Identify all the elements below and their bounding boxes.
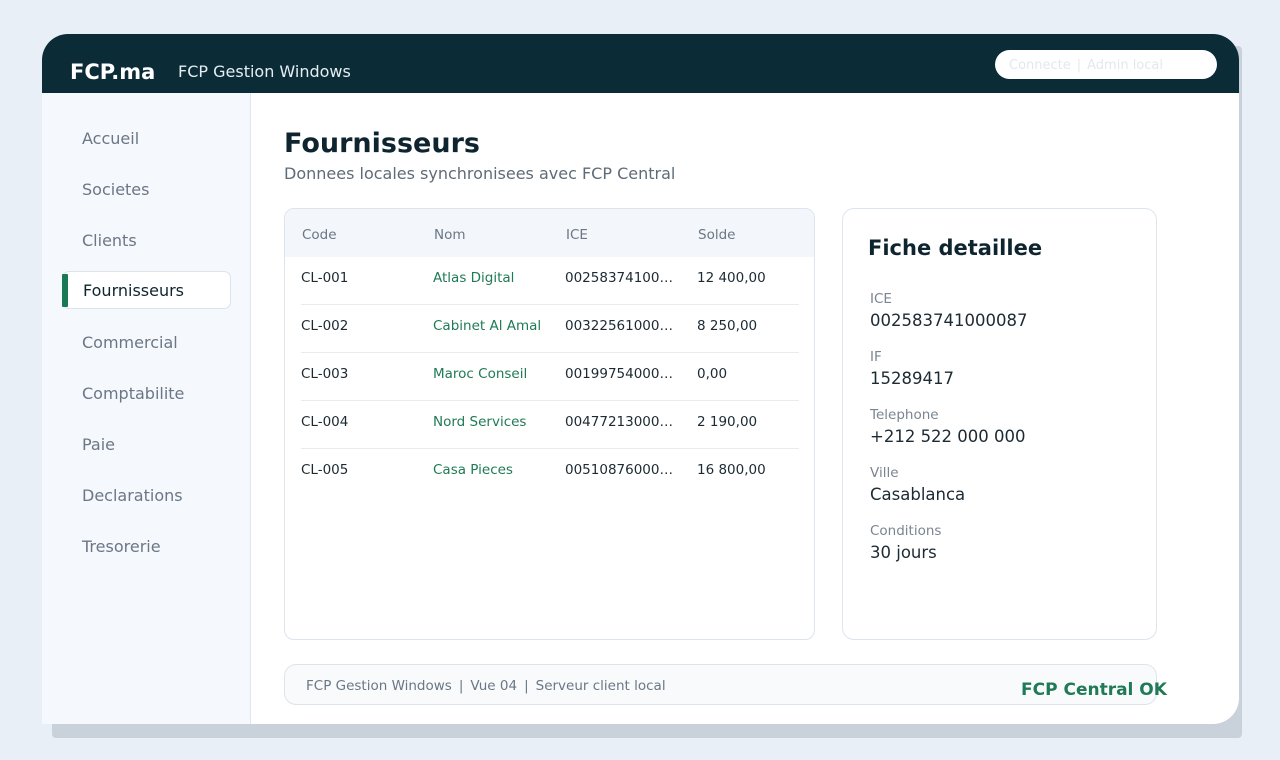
brand-logo: FCP.ma [70, 60, 156, 84]
cell-nom-link[interactable]: Maroc Conseil [433, 366, 543, 382]
status-app-name: FCP Gestion Windows [306, 678, 452, 694]
field-value-if: 15289417 [870, 369, 954, 388]
connection-status: Connecte [1009, 58, 1071, 73]
user-role: Admin local [1087, 58, 1163, 73]
cell-code: CL-003 [301, 366, 349, 382]
sidebar-item-declarations[interactable]: Declarations [62, 477, 231, 515]
field-value-conditions: 30 jours [870, 543, 937, 562]
table-header: Code Nom ICE Solde [285, 209, 814, 257]
connection-status-pill: Connecte | Admin local [995, 50, 1217, 79]
cell-nom-link[interactable]: Casa Pieces [433, 462, 543, 478]
sidebar-item-clients[interactable]: Clients [62, 222, 231, 260]
field-label-if: IF [870, 349, 882, 365]
cell-nom-link[interactable]: Atlas Digital [433, 270, 543, 286]
cell-ice: 004772130000... [565, 414, 675, 430]
status-server: Serveur client local [535, 678, 666, 694]
cell-code: CL-004 [301, 414, 349, 430]
cell-ice: 002583741000087 [565, 270, 675, 286]
cell-ice: 005108760000... [565, 462, 675, 478]
field-label-ice: ICE [870, 291, 892, 307]
sidebar-item-societes[interactable]: Societes [62, 171, 231, 209]
table-row[interactable]: CL-005 Casa Pieces 005108760000... 16 80… [301, 449, 799, 497]
status-separator: | [458, 678, 464, 694]
app-window: FCP.ma FCP Gestion Windows Connecte | Admi… [42, 34, 1239, 724]
table-row[interactable]: CL-002 Cabinet Al Amal 003225610000... 8… [301, 305, 799, 353]
field-value-ice: 002583741000087 [870, 311, 1028, 330]
sidebar-item-commercial[interactable]: Commercial [62, 324, 231, 362]
cell-nom-link[interactable]: Cabinet Al Amal [433, 318, 543, 334]
cell-nom-link[interactable]: Nord Services [433, 414, 543, 430]
field-value-telephone: +212 522 000 000 [870, 427, 1026, 446]
column-header-nom[interactable]: Nom [434, 227, 466, 243]
cell-code: CL-005 [301, 462, 349, 478]
table-row[interactable]: CL-004 Nord Services 004772130000... 2 1… [301, 401, 799, 449]
field-label-telephone: Telephone [870, 407, 939, 423]
title-bar: FCP.ma FCP Gestion Windows Connecte | Admi… [42, 34, 1239, 93]
suppliers-table: Code Nom ICE Solde CL-001 Atlas Digital … [284, 208, 815, 640]
column-header-solde[interactable]: Solde [698, 227, 735, 243]
cell-solde: 8 250,00 [697, 318, 758, 334]
sidebar-item-fournisseurs[interactable]: Fournisseurs [62, 271, 231, 309]
page-subtitle: Donnees locales synchronisees avec FCP C… [284, 164, 676, 183]
table-row[interactable]: CL-003 Maroc Conseil 001997540000... 0,0… [301, 353, 799, 401]
cell-code: CL-002 [301, 318, 349, 334]
cell-solde: 12 400,00 [697, 270, 766, 286]
field-label-conditions: Conditions [870, 523, 942, 539]
cell-ice: 003225610000... [565, 318, 675, 334]
cell-ice: 001997540000... [565, 366, 675, 382]
status-separator: | [1076, 58, 1082, 73]
status-bar: FCP Gestion Windows | Vue 04 | Serveur clien… [284, 664, 1167, 705]
status-bar-info: FCP Gestion Windows | Vue 04 | Serveur clien… [306, 678, 666, 694]
status-separator: | [524, 678, 529, 694]
status-view: Vue 04 [470, 678, 518, 694]
central-status: FCP Central OK [1021, 680, 1167, 700]
cell-solde: 2 190,00 [697, 414, 758, 430]
cell-solde: 0,00 [697, 366, 728, 382]
sidebar-item-comptabilite[interactable]: Comptabilite [62, 375, 231, 413]
detail-card: Fiche detaillee ICE 002583741000087 IF 1… [842, 208, 1157, 640]
field-label-ville: Ville [870, 465, 899, 481]
cell-code: CL-001 [301, 270, 349, 286]
detail-title: Fiche detaillee [868, 236, 1043, 260]
page-title: Fournisseurs [284, 128, 480, 159]
field-value-ville: Casablanca [870, 485, 966, 504]
sidebar-item-paie[interactable]: Paie [62, 426, 231, 464]
sidebar: Accueil Societes Clients Fournisseurs Co… [42, 93, 251, 724]
sidebar-item-tresorerie[interactable]: Tresorerie [62, 528, 231, 566]
cell-solde: 16 800,00 [697, 462, 766, 478]
sidebar-item-accueil[interactable]: Accueil [62, 120, 231, 158]
app-title: FCP Gestion Windows [178, 62, 351, 81]
column-header-code[interactable]: Code [302, 227, 337, 243]
column-header-ice[interactable]: ICE [566, 227, 588, 243]
table-row[interactable]: CL-001 Atlas Digital 002583741000087 12 … [301, 257, 799, 305]
